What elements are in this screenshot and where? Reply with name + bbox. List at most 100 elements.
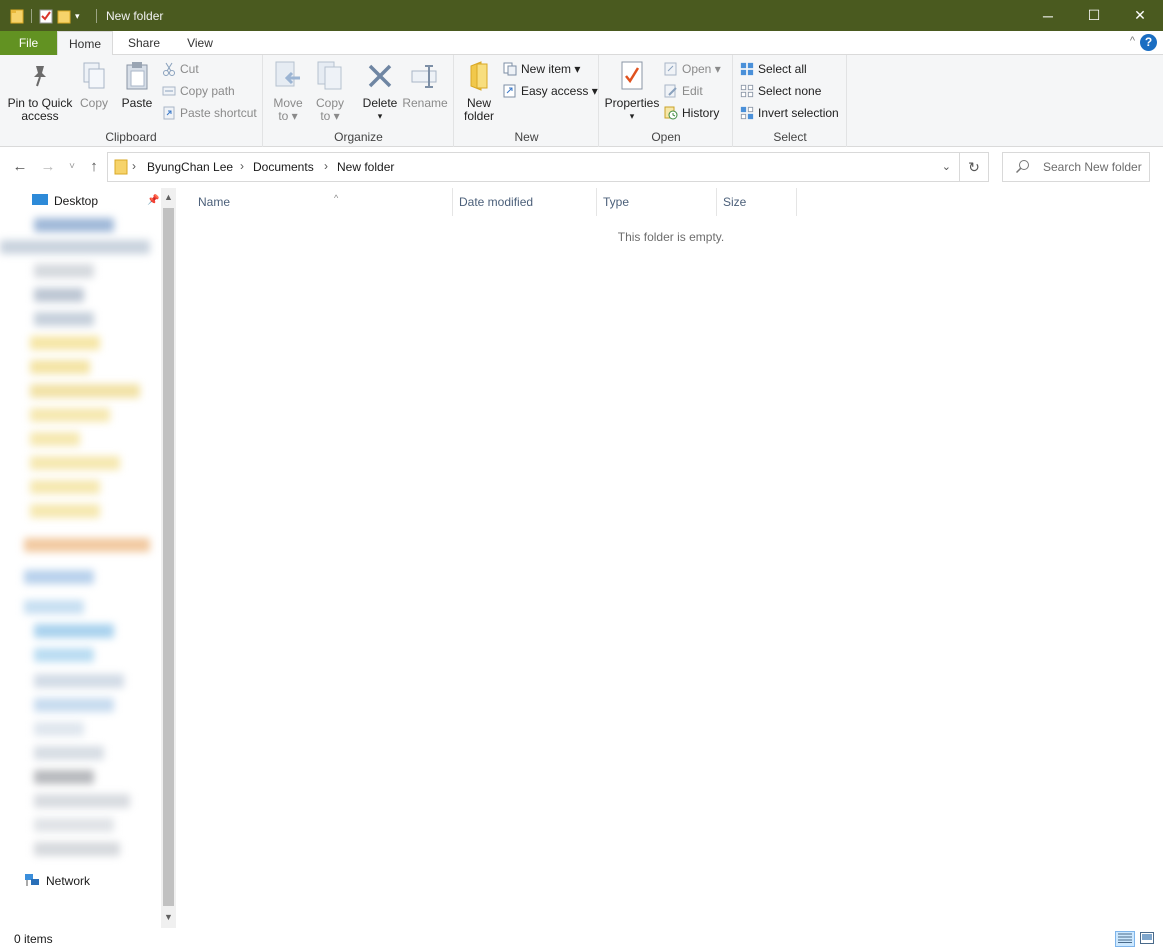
column-header-date-modified[interactable]: Date modified [453,188,597,216]
easy-access-label: Easy access ▾ [521,84,598,98]
move-to-button[interactable]: Move to ▾ [270,59,306,123]
paste-icon [121,59,153,93]
properties-button[interactable]: Properties ▾ [604,59,660,123]
refresh-button[interactable]: ↻ [959,152,989,182]
collapse-ribbon-icon[interactable]: ^ [1130,35,1135,47]
new-folder-button[interactable]: New folder [459,59,499,123]
pin-icon: 📌 [147,195,160,206]
select-all-icon [740,62,754,76]
copy-button[interactable]: Copy [76,59,112,110]
rename-label: Rename [402,96,448,110]
customize-toolbar-icon[interactable]: ▾ [75,8,89,24]
quick-access-toolbar: ▾ [0,8,100,24]
cut-button[interactable]: Cut [162,59,199,79]
move-to-label-2: to ▾ [278,109,298,123]
blurred-item [30,432,80,446]
network-icon [24,873,40,890]
column-header-size[interactable]: Size [717,188,797,216]
recent-locations-button[interactable]: ˅ [62,157,82,177]
select-none-button[interactable]: Select none [740,81,821,101]
select-all-button[interactable]: Select all [740,59,807,79]
window-controls: ─ ☐ ✕ [1025,0,1163,31]
tab-view[interactable]: View [176,31,224,55]
easy-access-button[interactable]: Easy access ▾ [503,81,598,101]
blurred-item [34,698,114,712]
breadcrumb-item[interactable]: Documents [253,160,314,174]
search-icon [1015,159,1031,178]
status-bar: 0 items [0,928,1163,950]
paste-button[interactable]: Paste [118,59,156,110]
copy-path-button[interactable]: Copy path [162,81,235,101]
paste-shortcut-button[interactable]: Paste shortcut [162,103,257,123]
help-icon[interactable]: ? [1140,34,1157,51]
history-button[interactable]: History [664,103,719,123]
delete-dropdown-icon[interactable]: ▾ [360,110,400,123]
blurred-item [34,746,104,760]
blurred-item [34,722,84,736]
breadcrumb-separator[interactable]: › [132,159,136,173]
nav-item-network-label: Network [46,874,91,888]
address-bar[interactable]: › ByungChan Lee › Documents › New folder… [107,152,960,182]
up-button[interactable]: ↑ [84,157,104,177]
copy-icon [78,59,110,93]
properties-icon[interactable] [39,8,53,24]
scrollbar-thumb[interactable] [163,208,174,906]
maximize-button[interactable]: ☐ [1071,0,1117,31]
rename-button[interactable]: Rename [402,59,448,110]
scroll-up-icon[interactable]: ▲ [161,192,176,202]
copy-to-button[interactable]: Copy to ▾ [312,59,348,123]
easy-access-icon [503,84,517,98]
copy-to-icon [314,59,346,93]
pin-to-quick-access-button[interactable]: Pin to Quick access [6,59,74,123]
sort-ascending-icon: ^ [334,193,339,203]
delete-button[interactable]: Delete ▾ [360,59,400,123]
nav-item-desktop-label: Desktop [54,194,99,208]
delete-label: Delete [362,96,398,110]
large-icons-view-button[interactable] [1137,931,1157,947]
breadcrumb-separator[interactable]: › [240,159,244,173]
scroll-down-icon[interactable]: ▼ [161,912,176,922]
blurred-item [34,218,114,232]
edit-icon [664,84,678,98]
search-placeholder: Search New folder [1043,160,1142,174]
blurred-item [34,794,130,808]
paste-shortcut-icon [162,106,176,120]
column-header-type[interactable]: Type [597,188,717,216]
breadcrumb-item[interactable]: New folder [337,160,394,174]
properties-label: Properties [604,96,660,110]
nav-item-network[interactable]: Network [24,870,90,892]
ribbon-tabs: File Home Share View ^ ? [0,31,1163,56]
open-label: Open ▾ [682,62,721,76]
nav-item-desktop[interactable]: Desktop [32,190,98,212]
close-button[interactable]: ✕ [1117,0,1163,31]
scissors-icon [162,62,176,76]
tab-file[interactable]: File [0,31,57,55]
folder-icon [10,8,24,24]
forward-button[interactable]: → [38,157,58,177]
blurred-item [30,408,110,422]
new-item-icon [503,62,517,76]
invert-selection-icon [740,106,754,120]
new-group: New folder New item ▾ Easy access ▾ New [455,55,599,147]
properties-dropdown-icon[interactable]: ▾ [604,110,660,123]
navigation-pane-scrollbar[interactable]: ▲ ▼ [161,188,176,928]
search-input[interactable]: Search New folder [1002,152,1150,182]
breadcrumb-item[interactable]: ByungChan Lee [147,160,233,174]
address-dropdown-icon[interactable]: ⌄ [942,160,951,173]
details-view-button[interactable] [1115,931,1135,947]
column-header-name[interactable]: ^ Name [192,188,453,216]
blurred-item [30,360,90,374]
tab-share[interactable]: Share [118,31,170,55]
new-folder-icon[interactable] [57,8,71,24]
invert-selection-button[interactable]: Invert selection [740,103,839,123]
back-button[interactable]: ← [10,157,30,177]
breadcrumb-separator[interactable]: › [324,159,328,173]
tab-home[interactable]: Home [57,31,113,56]
edit-button[interactable]: Edit [664,81,703,101]
select-none-icon [740,84,754,98]
minimize-button[interactable]: ─ [1025,0,1071,31]
pin-icon [24,59,56,93]
new-item-button[interactable]: New item ▾ [503,59,580,79]
select-none-label: Select none [758,84,822,98]
open-button[interactable]: Open ▾ [664,59,721,79]
